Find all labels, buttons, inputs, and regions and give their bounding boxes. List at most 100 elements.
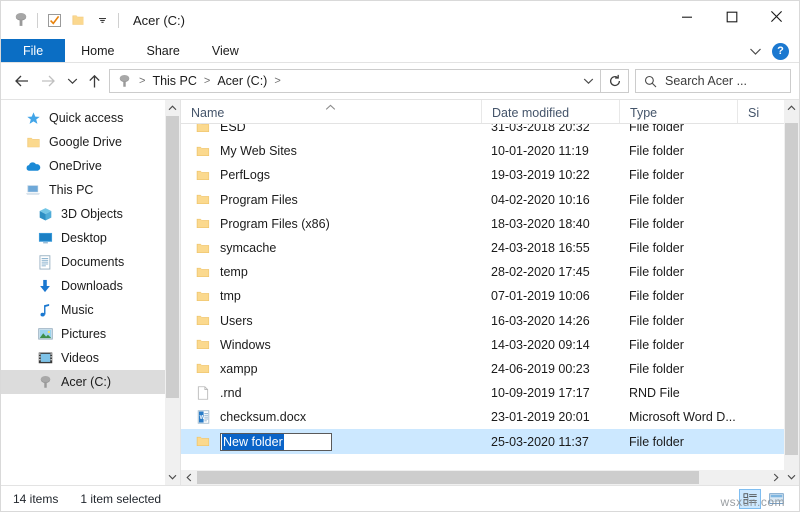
search-box[interactable]: Search Acer ... bbox=[635, 69, 791, 93]
table-row[interactable]: Program Files 04-02-2020 10:16 File fold… bbox=[181, 188, 784, 212]
table-row[interactable]: W checksum.docx 23-01-2019 20:01 Microso… bbox=[181, 405, 784, 429]
table-row[interactable]: ESD 31-03-2018 20:32 File folder bbox=[181, 124, 784, 139]
checkbox-check-icon[interactable] bbox=[42, 8, 66, 32]
sidebar-item-google-drive[interactable]: Google Drive bbox=[1, 130, 165, 154]
sidebar-scroll-up-button[interactable] bbox=[165, 100, 180, 116]
sidebar-item-quick-access[interactable]: Quick access bbox=[1, 106, 165, 130]
sidebar-item-acer-c[interactable]: Acer (C:) bbox=[1, 370, 165, 394]
sidebar-item-onedrive[interactable]: OneDrive bbox=[1, 154, 165, 178]
recent-locations-chevron-icon[interactable] bbox=[61, 68, 83, 94]
folder-icon bbox=[195, 192, 211, 208]
address-dropdown-chevron-icon[interactable] bbox=[575, 74, 594, 88]
folder-icon bbox=[195, 124, 211, 135]
sidebar-item-label: Quick access bbox=[49, 111, 124, 125]
tab-view[interactable]: View bbox=[196, 39, 255, 63]
table-row[interactable]: tmp 07-01-2019 10:06 File folder bbox=[181, 284, 784, 308]
file-type-cell: Microsoft Word D... bbox=[629, 410, 736, 425]
sidebar-item-music[interactable]: Music bbox=[1, 298, 165, 322]
file-date-cell: 18-03-2020 18:40 bbox=[491, 216, 590, 231]
cube-icon bbox=[37, 206, 53, 222]
close-button[interactable] bbox=[754, 1, 799, 32]
file-name-cell: Program Files (x86) bbox=[181, 216, 481, 232]
rename-input[interactable]: New folder bbox=[220, 432, 332, 451]
status-bar: 14 items 1 item selected wsxdn.com bbox=[1, 485, 799, 511]
file-date-cell: 10-09-2019 17:17 bbox=[491, 386, 590, 401]
column-header-label: Type bbox=[630, 106, 658, 120]
file-type-cell: File folder bbox=[629, 192, 684, 207]
sidebar-scrollbar[interactable] bbox=[165, 100, 180, 485]
file-type-cell: File folder bbox=[629, 361, 684, 376]
window-controls bbox=[664, 1, 799, 39]
file-type-cell: File folder bbox=[629, 168, 684, 183]
column-header-size[interactable]: Si bbox=[737, 100, 784, 123]
filelist-scroll-thumb[interactable] bbox=[785, 123, 798, 455]
sidebar-item-this-pc[interactable]: This PC bbox=[1, 178, 165, 202]
hscroll-thumb[interactable] bbox=[197, 471, 700, 484]
minimize-button[interactable] bbox=[664, 1, 709, 32]
rename-input-value: New folder bbox=[222, 433, 284, 450]
sidebar-item-label: Pictures bbox=[61, 327, 107, 341]
videos-icon bbox=[37, 350, 53, 366]
table-row[interactable]: Users 16-03-2020 14:26 File folder bbox=[181, 309, 784, 333]
tab-share[interactable]: Share bbox=[131, 39, 196, 63]
up-button[interactable] bbox=[83, 68, 105, 94]
table-row[interactable]: PerfLogs 19-03-2019 10:22 File folder bbox=[181, 163, 784, 187]
filelist-scroll-track[interactable] bbox=[784, 116, 799, 469]
details-view-button[interactable] bbox=[739, 488, 761, 509]
table-row[interactable]: .rnd 10-09-2019 17:17 RND File bbox=[181, 381, 784, 405]
sidebar-item-videos[interactable]: Videos bbox=[1, 346, 165, 370]
file-date-cell: 04-02-2020 10:16 bbox=[491, 192, 590, 207]
forward-button[interactable] bbox=[35, 68, 61, 94]
filelist-scroll-up-button[interactable] bbox=[784, 100, 799, 116]
chevron-down-icon[interactable] bbox=[90, 8, 114, 32]
table-row[interactable]: My Web Sites 10-01-2020 11:19 File folde… bbox=[181, 139, 784, 163]
table-row[interactable]: xampp 24-06-2019 00:23 File folder bbox=[181, 357, 784, 381]
column-header-label: Date modified bbox=[492, 106, 570, 120]
column-header-date-modified[interactable]: Date modified bbox=[481, 100, 619, 123]
tab-file[interactable]: File bbox=[1, 39, 66, 63]
column-header-type[interactable]: Type bbox=[619, 100, 737, 123]
pictures-icon bbox=[37, 326, 53, 342]
table-row[interactable]: temp 28-02-2020 17:45 File folder bbox=[181, 260, 784, 284]
sidebar-item-desktop[interactable]: Desktop bbox=[1, 226, 165, 250]
table-row[interactable]: New folder 25-03-2020 11:37 File folder bbox=[181, 429, 784, 454]
table-row[interactable]: Program Files (x86) 18-03-2020 18:40 Fil… bbox=[181, 212, 784, 236]
breadcrumb-acer-c[interactable]: Acer (C:) bbox=[217, 74, 267, 88]
help-button[interactable]: ? bbox=[772, 42, 789, 60]
column-header-name[interactable]: Name bbox=[181, 100, 481, 123]
back-button[interactable] bbox=[9, 68, 35, 94]
sidebar-scroll-track[interactable] bbox=[165, 116, 180, 469]
file-list-scrollbar[interactable] bbox=[784, 100, 799, 485]
expand-ribbon-chevron-icon[interactable] bbox=[744, 41, 766, 61]
navigation-pane: Quick access Google Drive OneDrive This … bbox=[1, 100, 181, 485]
address-bar[interactable]: > This PC > Acer (C:) > bbox=[109, 69, 601, 93]
sidebar-item-pictures[interactable]: Pictures bbox=[1, 322, 165, 346]
sidebar-item-downloads[interactable]: Downloads bbox=[1, 274, 165, 298]
file-date-cell: 07-01-2019 10:06 bbox=[491, 289, 590, 304]
hscroll-track[interactable] bbox=[197, 470, 768, 485]
download-icon bbox=[37, 278, 53, 294]
maximize-button[interactable] bbox=[709, 1, 754, 32]
sidebar-scroll-thumb[interactable] bbox=[166, 116, 179, 399]
file-list-horizontal-scrollbar[interactable] bbox=[181, 470, 784, 485]
refresh-button[interactable] bbox=[601, 69, 629, 93]
file-type-cell: File folder bbox=[629, 313, 684, 328]
table-row[interactable]: symcache 24-03-2018 16:55 File folder bbox=[181, 236, 784, 260]
folder-icon bbox=[195, 337, 211, 353]
hscroll-right-button[interactable] bbox=[768, 470, 784, 485]
tab-home[interactable]: Home bbox=[65, 39, 130, 63]
sidebar-item-3d-objects[interactable]: 3D Objects bbox=[1, 202, 165, 226]
sidebar-item-label: Videos bbox=[61, 351, 99, 365]
sidebar-scroll-down-button[interactable] bbox=[165, 469, 180, 485]
hscroll-left-button[interactable] bbox=[181, 470, 197, 485]
file-name-label: Windows bbox=[220, 337, 271, 352]
sidebar-item-documents[interactable]: Documents bbox=[1, 250, 165, 274]
large-icons-view-button[interactable] bbox=[765, 489, 787, 509]
table-row[interactable]: Windows 14-03-2020 09:14 File folder bbox=[181, 333, 784, 357]
filelist-scroll-down-button[interactable] bbox=[784, 469, 799, 485]
search-input[interactable]: Search Acer ... bbox=[665, 74, 747, 88]
breadcrumb-separator-2[interactable]: > bbox=[267, 75, 287, 87]
folder-icon[interactable] bbox=[66, 8, 90, 32]
sidebar-item-label: Music bbox=[61, 303, 94, 317]
breadcrumb-this-pc[interactable]: This PC bbox=[152, 74, 196, 88]
